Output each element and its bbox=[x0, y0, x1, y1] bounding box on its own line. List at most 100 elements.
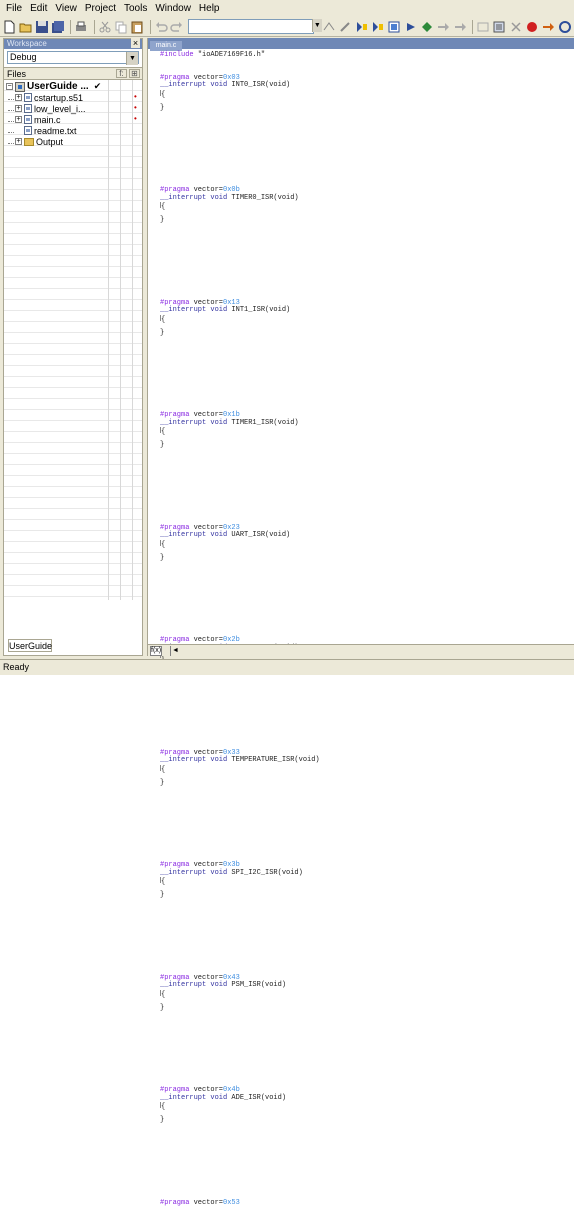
blank-line bbox=[160, 120, 570, 128]
blank-line bbox=[160, 735, 570, 743]
find-icon[interactable] bbox=[322, 19, 336, 35]
expand-icon[interactable]: + bbox=[15, 116, 22, 123]
scroll-left-icon[interactable]: ◄ bbox=[170, 646, 180, 656]
undo-icon[interactable] bbox=[153, 19, 167, 35]
blank-line bbox=[160, 172, 570, 180]
new-file-icon[interactable] bbox=[2, 19, 16, 35]
tab-userguide[interactable]: UserGuide bbox=[8, 639, 52, 652]
open-icon[interactable] bbox=[18, 19, 32, 35]
blank-line bbox=[160, 262, 570, 270]
close-brace-line: } bbox=[160, 442, 570, 450]
step-icon[interactable] bbox=[436, 19, 450, 35]
tree-item-0[interactable]: −UserGuide ...✔ bbox=[6, 81, 101, 92]
blank-line bbox=[160, 1140, 570, 1148]
tree-connector bbox=[8, 117, 14, 122]
save-all-icon[interactable] bbox=[51, 19, 65, 35]
interrupt-line: __interrupt void TIMER0_ISR(void) bbox=[160, 195, 570, 203]
blank-line bbox=[160, 240, 570, 248]
blank-line bbox=[160, 967, 570, 975]
blank-line bbox=[160, 1132, 570, 1140]
function-list-tab[interactable]: f(x) bbox=[150, 646, 162, 656]
code-editor[interactable]: main.c #include "ioADE7169F16.h"#pragma … bbox=[147, 38, 574, 656]
blank-line bbox=[160, 510, 570, 518]
toggle-bookmark-icon[interactable] bbox=[338, 19, 352, 35]
blank-line bbox=[160, 270, 570, 278]
close-icon[interactable]: × bbox=[131, 38, 140, 48]
tree-item-label: Output bbox=[36, 137, 63, 147]
blank-line bbox=[160, 690, 570, 698]
tree-item-2[interactable]: +low_level_i... bbox=[8, 103, 86, 114]
blank-line bbox=[160, 787, 570, 795]
blank-line bbox=[160, 472, 570, 480]
tree-connector bbox=[8, 95, 14, 100]
blank-line bbox=[160, 247, 570, 255]
expand-icon[interactable]: + bbox=[15, 94, 22, 101]
step-over-icon[interactable] bbox=[453, 19, 467, 35]
files-header-icon-2[interactable]: ⊞ bbox=[129, 69, 140, 78]
redo-icon[interactable] bbox=[170, 19, 184, 35]
blank-line bbox=[160, 817, 570, 825]
menu-help[interactable]: Help bbox=[195, 3, 224, 14]
debug-icon[interactable] bbox=[404, 19, 418, 35]
menu-view[interactable]: View bbox=[51, 3, 81, 14]
tree-item-3[interactable]: +main.c bbox=[8, 114, 61, 125]
make-icon[interactable] bbox=[387, 19, 401, 35]
blank-line bbox=[160, 847, 570, 855]
cut-icon[interactable] bbox=[98, 19, 112, 35]
blank-line bbox=[160, 457, 570, 465]
code-area[interactable]: #include "ioADE7169F16.h"#pragma vector=… bbox=[160, 52, 570, 1207]
breakpoint-icon[interactable] bbox=[525, 19, 539, 35]
blank-line bbox=[160, 907, 570, 915]
modified-dot: • bbox=[134, 114, 137, 123]
menu-edit[interactable]: Edit bbox=[26, 3, 51, 14]
toolbar-separator bbox=[472, 20, 473, 34]
toolbar-separator bbox=[70, 20, 71, 34]
files-header-icon-1[interactable]: f: bbox=[116, 69, 127, 78]
debug-arrow-icon[interactable] bbox=[541, 19, 555, 35]
save-icon[interactable] bbox=[35, 19, 49, 35]
collapse-icon[interactable]: − bbox=[6, 83, 13, 90]
blank-line bbox=[160, 1050, 570, 1058]
tree-item-5[interactable]: + Output bbox=[8, 136, 63, 147]
step-into-icon[interactable] bbox=[476, 19, 490, 35]
modified-dot: • bbox=[134, 103, 137, 112]
run-icon[interactable] bbox=[558, 19, 572, 35]
interrupt-line: __interrupt void PSM_ISR(void) bbox=[160, 982, 570, 990]
watch-icon[interactable] bbox=[492, 19, 506, 35]
paste-icon[interactable] bbox=[130, 19, 144, 35]
configuration-select[interactable]: Debug ▼ bbox=[7, 51, 139, 64]
menu-project[interactable]: Project bbox=[81, 3, 120, 14]
blank-line bbox=[160, 502, 570, 510]
blank-line bbox=[160, 600, 570, 608]
expand-icon[interactable]: + bbox=[15, 138, 22, 145]
menu-window[interactable]: Window bbox=[151, 3, 195, 14]
blank-line bbox=[160, 900, 570, 908]
folder-icon bbox=[24, 138, 34, 146]
blank-line bbox=[160, 705, 570, 713]
blank-line bbox=[160, 495, 570, 503]
blank-line bbox=[160, 952, 570, 960]
menu-file[interactable]: File bbox=[2, 3, 26, 14]
expand-icon[interactable]: + bbox=[15, 105, 22, 112]
print-icon[interactable] bbox=[74, 19, 88, 35]
blank-line bbox=[160, 1110, 570, 1118]
chevron-down-icon[interactable]: ▼ bbox=[312, 19, 322, 32]
blank-line bbox=[160, 165, 570, 173]
pragma-line: #pragma vector=0x53 bbox=[160, 1200, 570, 1207]
blank-line bbox=[160, 1042, 570, 1050]
close-brace-line: } bbox=[160, 555, 570, 563]
copy-icon[interactable] bbox=[114, 19, 128, 35]
next-bookmark-icon[interactable] bbox=[355, 19, 369, 35]
menu-tools[interactable]: Tools bbox=[120, 3, 151, 14]
go-icon[interactable] bbox=[420, 19, 434, 35]
stop-icon[interactable] bbox=[509, 19, 523, 35]
blank-line bbox=[160, 1162, 570, 1170]
chevron-down-icon[interactable]: ▼ bbox=[126, 52, 138, 65]
tree-item-1[interactable]: +cstartup.s51 bbox=[8, 92, 83, 103]
file-icon bbox=[24, 126, 32, 135]
prev-bookmark-icon[interactable] bbox=[371, 19, 385, 35]
tree-item-4[interactable]: readme.txt bbox=[8, 125, 77, 136]
find-combo[interactable] bbox=[188, 19, 314, 34]
find-combo-dropdown[interactable]: ▼ bbox=[312, 19, 322, 34]
tab-main-c[interactable]: main.c bbox=[150, 41, 182, 51]
